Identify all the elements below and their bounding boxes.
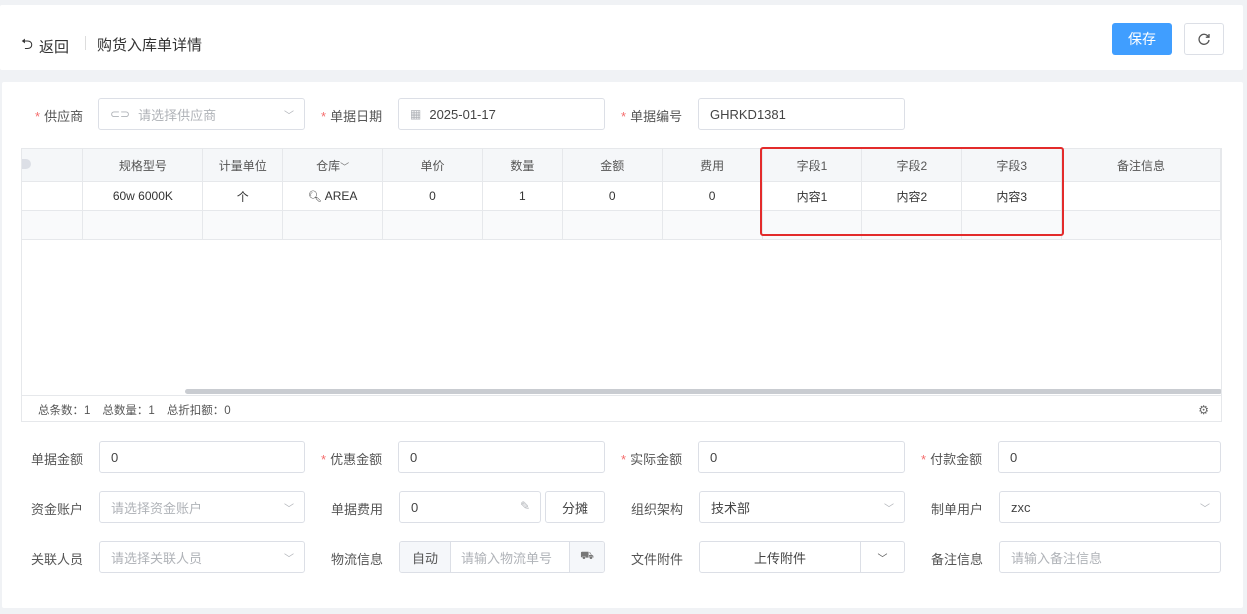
- edit-icon[interactable]: ✎: [520, 499, 530, 513]
- table-summary: 总条数：1 总数量：1 总折扣额：0 ⚙: [22, 395, 1221, 421]
- chevron-down-icon: ﹀: [284, 111, 294, 122]
- cell-spec[interactable]: 60w 6000K: [82, 181, 204, 211]
- doc-fee-label: 单据费用: [331, 502, 384, 517]
- cell-field3[interactable]: 内容3: [961, 181, 1063, 211]
- col-header-spec: 规格型号: [82, 149, 204, 182]
- cell-warehouse[interactable]: 🔍︎ AREA: [282, 181, 384, 211]
- total-rows: 总条数：1: [38, 404, 91, 417]
- org-label: 组织架构: [631, 502, 684, 517]
- truck-icon[interactable]: ⛟: [569, 542, 604, 572]
- row-handle-cell[interactable]: [22, 181, 84, 211]
- code-label: * 单据编号: [621, 109, 683, 124]
- remark-label: 备注信息: [931, 552, 984, 567]
- toggle-icon: [22, 159, 32, 169]
- remark-input[interactable]: 请输入备注信息: [999, 541, 1221, 573]
- total-discount: 总折扣额：0: [166, 404, 231, 417]
- goods-table: 规格型号 计量单位 仓库﹀ 单价 数量 金额 费用 字段1 字段2 字段3 备注…: [21, 148, 1222, 422]
- col-header-field2: 字段2: [861, 149, 963, 182]
- table-row[interactable]: 60w 6000K 个 🔍︎ AREA 0 1 0 0 内容1 内容2 内容3: [22, 181, 1221, 211]
- date-picker[interactable]: ▦ 2025-01-17: [398, 98, 605, 130]
- col-header-field1: 字段1: [762, 149, 863, 182]
- logistics-number-input[interactable]: 请输入物流单号: [451, 548, 569, 567]
- logistics-label: 物流信息: [331, 552, 384, 567]
- related-person-label: 关联人员: [31, 552, 84, 567]
- row-toggle-header[interactable]: [22, 149, 84, 182]
- actual-amount-label: * 实际金额: [621, 452, 683, 467]
- cell-price[interactable]: 0: [382, 181, 483, 211]
- chevron-down-icon: ﹀: [884, 504, 894, 515]
- col-header-remark: 备注信息: [1061, 149, 1221, 182]
- col-header-amount: 金额: [562, 149, 663, 182]
- pay-amount-input[interactable]: 0: [998, 441, 1221, 473]
- col-header-qty: 数量: [482, 149, 563, 182]
- save-button[interactable]: 保存: [1112, 23, 1172, 55]
- back-button[interactable]: ⮌ 返回: [21, 34, 69, 59]
- chevron-down-icon: ﹀: [1200, 504, 1210, 515]
- page-title: 购货入库单详情: [97, 37, 203, 54]
- supplier-label: * 供应商: [35, 109, 84, 124]
- search-icon: 🔍︎: [307, 191, 322, 203]
- gear-icon[interactable]: ⚙: [1198, 403, 1209, 417]
- cell-fee[interactable]: 0: [662, 181, 763, 211]
- related-person-select[interactable]: 请选择关联人员 ﹀: [99, 541, 305, 573]
- cell-unit[interactable]: 个: [202, 181, 284, 211]
- pay-amount-label: * 付款金额: [921, 452, 983, 467]
- creator-select[interactable]: zxc ﹀: [999, 491, 1221, 523]
- calendar-icon: ▦: [410, 107, 422, 121]
- link-icon: ⊂⊃: [110, 107, 131, 121]
- refresh-button[interactable]: [1184, 23, 1224, 55]
- chevron-down-icon: ﹀: [284, 504, 294, 515]
- cell-field1[interactable]: 内容1: [762, 181, 863, 211]
- logistics-input-group: 自动 请输入物流单号 ⛟: [399, 541, 605, 573]
- chevron-down-icon: ﹀: [284, 554, 294, 565]
- attachment-label: 文件附件: [631, 552, 684, 567]
- goods-table-inner: 规格型号 计量单位 仓库﹀ 单价 数量 金额 费用 字段1 字段2 字段3 备注…: [22, 149, 1221, 240]
- col-header-price: 单价: [382, 149, 483, 182]
- creator-label: 制单用户: [931, 502, 984, 517]
- back-arrow-icon: ⮌: [21, 36, 34, 53]
- actual-amount-input[interactable]: 0: [698, 441, 905, 473]
- date-label: * 单据日期: [321, 109, 383, 124]
- doc-amount-input[interactable]: 0: [99, 441, 305, 473]
- fund-account-select[interactable]: 请选择资金账户 ﹀: [99, 491, 305, 523]
- table-row-empty[interactable]: [22, 210, 1221, 240]
- refresh-icon: [1198, 33, 1210, 45]
- discount-amount-label: * 优惠金额: [321, 452, 383, 467]
- chevron-down-icon[interactable]: ﹀: [861, 550, 904, 565]
- fund-account-label: 资金账户: [31, 502, 84, 517]
- doc-fee-input[interactable]: 0 ✎: [399, 491, 541, 523]
- back-label: 返回: [39, 39, 70, 56]
- chevron-down-icon: ﹀: [340, 161, 350, 172]
- supplier-select[interactable]: ⊂⊃ 请选择供应商 ﹀: [98, 98, 305, 130]
- header-divider: [85, 36, 86, 50]
- cell-field2[interactable]: 内容2: [861, 181, 963, 211]
- discount-amount-input[interactable]: 0: [398, 441, 605, 473]
- doc-amount-label: 单据金额: [31, 452, 84, 467]
- cell-qty[interactable]: 1: [482, 181, 563, 211]
- split-fee-button[interactable]: 分摊: [545, 491, 605, 523]
- org-select[interactable]: 技术部 ﹀: [699, 491, 905, 523]
- code-input[interactable]: GHRKD1381: [698, 98, 905, 130]
- attachment-group: 上传附件 ﹀: [699, 541, 905, 573]
- total-qty: 总数量：1: [102, 404, 155, 417]
- col-header-field3: 字段3: [961, 149, 1063, 182]
- cell-amount[interactable]: 0: [562, 181, 663, 211]
- logistics-auto-button[interactable]: 自动: [400, 542, 451, 572]
- col-header-fee: 费用: [662, 149, 763, 182]
- col-header-unit: 计量单位: [202, 149, 284, 182]
- horizontal-scrollbar[interactable]: [185, 389, 1221, 394]
- col-header-warehouse[interactable]: 仓库﹀: [282, 149, 384, 182]
- page-header: ⮌ 返回 购货入库单详情 保存: [0, 5, 1243, 70]
- upload-attachment-button[interactable]: 上传附件: [700, 542, 861, 572]
- cell-remark[interactable]: [1061, 181, 1221, 211]
- table-header-row: 规格型号 计量单位 仓库﹀ 单价 数量 金额 费用 字段1 字段2 字段3 备注…: [22, 149, 1221, 182]
